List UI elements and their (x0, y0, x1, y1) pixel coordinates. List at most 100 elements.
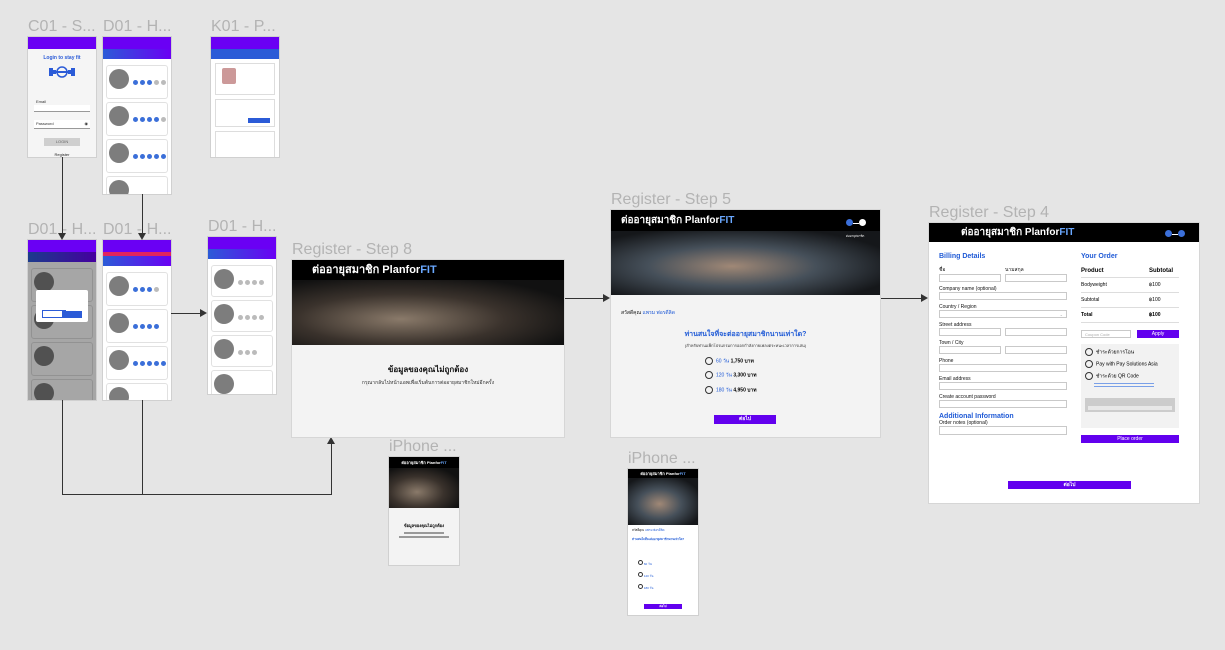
program-card[interactable] (211, 300, 273, 332)
renew-dialog (36, 290, 88, 322)
program-card[interactable] (211, 370, 273, 394)
dialog-ok-button[interactable] (62, 311, 82, 318)
hero-image (292, 280, 564, 345)
password-field[interactable] (939, 400, 1067, 408)
login-button[interactable]: LOGIN (44, 138, 80, 146)
order-table-header: Product Subtotal (1081, 268, 1179, 278)
street-field-2[interactable] (1005, 328, 1067, 336)
program-card[interactable] (106, 139, 168, 173)
frame-label-step4: Register - Step 4 (929, 204, 1050, 221)
email-field[interactable] (939, 382, 1067, 390)
connector-arrow (58, 233, 66, 240)
header-fit: FIT (440, 460, 447, 465)
program-card[interactable] (106, 102, 168, 136)
frame-d01-top (103, 37, 171, 194)
header-title: ต่ออายุสมาชิก Planfor (961, 227, 1060, 238)
avatar (109, 180, 129, 194)
next-button[interactable]: ต่อไป (714, 415, 776, 424)
frame-iphone-step5: ต่ออายุสมาชิก PlanforFIT สวัสดีคุณ แพรม … (628, 469, 698, 615)
program-banner (103, 49, 171, 59)
bank-select[interactable] (1085, 397, 1175, 412)
step-dot-1 (846, 219, 853, 226)
program-card[interactable] (106, 272, 168, 306)
program-card[interactable] (211, 265, 273, 297)
avatar (109, 106, 129, 126)
option-days: 120 วัน (643, 574, 654, 578)
app-bar (28, 244, 96, 252)
col-subtotal: Subtotal (1149, 268, 1173, 274)
greeting-name: แพรม พ่อรดีลิด (644, 528, 665, 532)
connector-d01-down (142, 194, 143, 234)
program-card[interactable] (106, 65, 168, 99)
coupon-field[interactable]: Coupon Code (1081, 330, 1131, 338)
step-indicator: การชำระเงิน (1165, 225, 1187, 248)
password-field[interactable]: Password ◉ (34, 120, 90, 129)
first-name-field[interactable] (939, 274, 1001, 282)
duration-option-180[interactable]: 180 วัน (638, 584, 698, 591)
hero-image (628, 478, 698, 525)
pay-option-qr[interactable]: ชำระด้วย QR Code (1085, 372, 1175, 381)
pay-option-label: Pay with Pay Solutions Asia (1096, 361, 1158, 368)
order-notes-field[interactable] (939, 426, 1067, 435)
order-section: Your Order Product Subtotal Bodyweight ฿1… (1081, 253, 1179, 443)
place-order-button[interactable]: Place order (1081, 435, 1179, 443)
duration-option-180[interactable]: 180 วัน 4,950 บาท (705, 385, 880, 394)
header-title: ต่ออายุสมาชิก Planfor (312, 264, 421, 276)
chevron-down-icon: ⌄ (1059, 312, 1063, 317)
duration-question-sub: (สำหรับท่านแพ็กโปรแกรมการออกกำลังกายเพลง… (684, 343, 807, 348)
payment-options: ชำระด้วยการโอน Pay with Pay Solutions As… (1081, 344, 1179, 428)
pay-option-paysolutions[interactable]: Pay with Pay Solutions Asia (1085, 360, 1175, 369)
error-subtitle-line (404, 532, 444, 534)
header-fit: FIT (1059, 227, 1075, 238)
program-card[interactable] (106, 383, 168, 400)
company-field[interactable] (939, 292, 1067, 300)
duration-option-60[interactable]: 60 วัน (638, 560, 698, 567)
pay-option-transfer[interactable]: ชำระด้วยการโอน (1085, 348, 1175, 356)
street-field[interactable] (939, 328, 1001, 336)
order-row-value: ฿100 (1149, 297, 1161, 303)
country-select[interactable]: ⌄ (939, 310, 1067, 318)
frame-label-iphone2: iPhone ... (628, 450, 696, 467)
last-name-field[interactable] (1005, 274, 1067, 282)
duration-option-120[interactable]: 120 วัน 3,300 บาท (705, 371, 880, 380)
program-card[interactable] (106, 176, 168, 194)
email-field[interactable] (34, 105, 90, 112)
connector-c01-down (62, 157, 63, 234)
program-card[interactable] (106, 346, 168, 380)
error-title: ข้อมูลของคุณไม่ถูกต้อง (403, 523, 445, 528)
eye-icon[interactable]: ◉ (85, 120, 89, 128)
program-list (103, 59, 171, 194)
duration-option-120[interactable]: 120 วัน (638, 572, 698, 579)
greeting-text: สวัสดีคุณ (632, 528, 645, 532)
duration-option-60[interactable]: 60 วัน 1,750 บาท (705, 357, 880, 365)
step-indicator: ต่ออายุสมาชิก (846, 213, 868, 238)
next-button[interactable]: ต่อไป (1008, 481, 1131, 489)
frame-label-c01: C01 - S... (28, 18, 96, 35)
phone-field[interactable] (939, 364, 1067, 372)
error-subtitle-line (399, 536, 449, 538)
renew-button[interactable] (248, 118, 270, 123)
program-card[interactable] (106, 309, 168, 343)
col-product: Product (1081, 268, 1104, 274)
program-card[interactable] (211, 335, 273, 367)
header-title: ต่ออายุสมาชิก Planfor (401, 460, 441, 465)
site-header: ต่ออายุสมาชิก PlanforFIT ต่ออายุสมาชิก (611, 210, 880, 238)
frame-label-k01: K01 - P... (211, 18, 276, 35)
district-field[interactable] (1005, 346, 1067, 354)
town-field[interactable] (939, 346, 1001, 354)
first-name-label: ชื่อ (939, 267, 946, 273)
order-row-name: Bodyweight (1081, 282, 1107, 288)
frame-label-d01-top: D01 - H... (103, 18, 172, 35)
connector-arrow (138, 233, 146, 240)
frame-register-step8: ต่ออายุสมาชิก PlanforFIT ข้อมูลของคุณไม่… (292, 260, 564, 437)
modal-overlay (28, 252, 96, 400)
greeting-row: สวัสดีคุณ แพรม พ่อรดีลิด (611, 295, 880, 317)
frame-label-iphone1: iPhone ... (389, 438, 457, 455)
frame-d01-mid2 (103, 240, 171, 400)
order-row-name: Total (1081, 312, 1093, 318)
avatar (214, 304, 234, 324)
next-button[interactable]: ต่อไป (644, 604, 682, 609)
connector-mid2-right (171, 313, 201, 314)
option-price: 3,300 บาท (733, 372, 757, 379)
apply-button[interactable]: Apply (1137, 330, 1179, 338)
